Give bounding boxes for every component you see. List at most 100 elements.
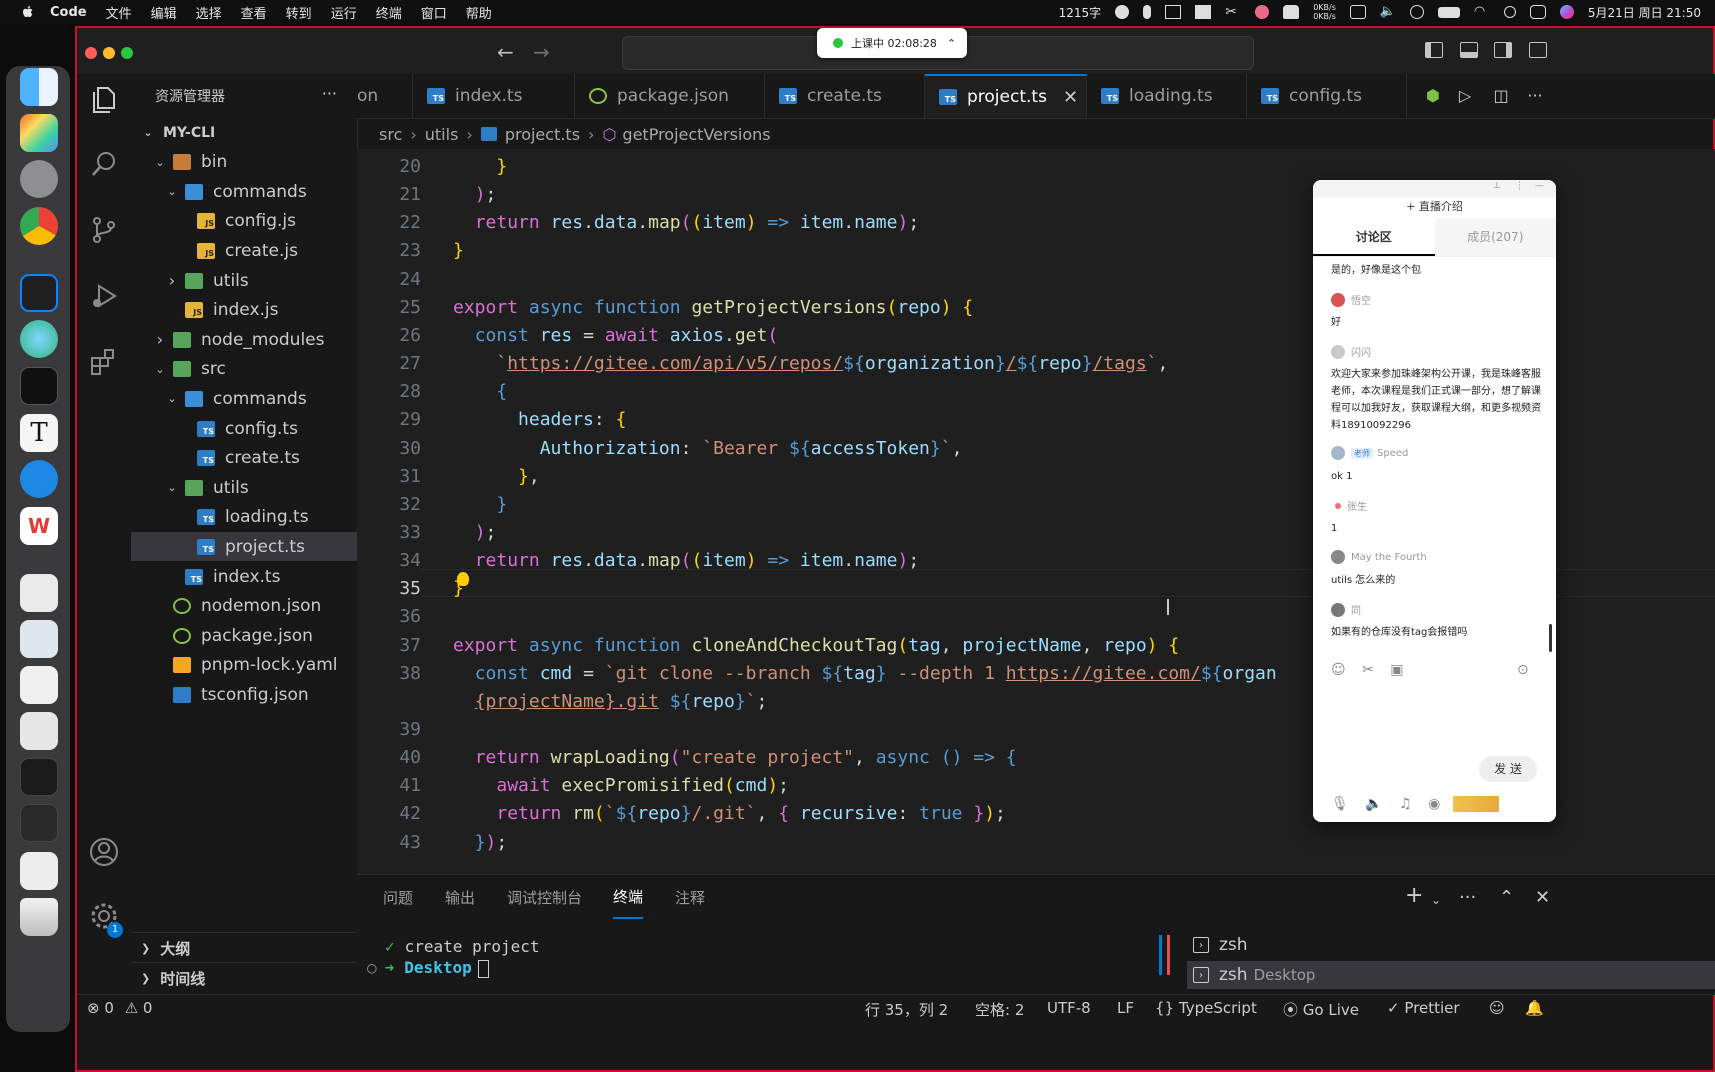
tree-item[interactable]: ⌄ bin bbox=[131, 148, 357, 177]
minimize-window-button[interactable] bbox=[103, 47, 115, 59]
battery-icon[interactable] bbox=[1437, 6, 1460, 18]
tree-item[interactable]: TS index.ts bbox=[131, 562, 357, 591]
settings-icon[interactable]: ⊙ bbox=[1517, 662, 1529, 678]
panel-tab-problems[interactable]: 问题 bbox=[383, 875, 413, 919]
explorer-icon[interactable] bbox=[88, 84, 120, 116]
menu-help[interactable]: 帮助 bbox=[466, 3, 492, 22]
recent-window-7-icon[interactable] bbox=[20, 852, 58, 890]
chevron-down-icon[interactable]: ⌄ bbox=[153, 156, 167, 169]
tree-item[interactable]: nodemon.json bbox=[131, 592, 357, 621]
live-intro-link[interactable]: + 直播介绍 bbox=[1313, 198, 1556, 218]
breadcrumb-symbol[interactable]: getProjectVersions bbox=[622, 125, 770, 144]
outline-section[interactable]: ❯ 大纲 bbox=[131, 932, 357, 963]
code-line[interactable]: 20 } bbox=[357, 153, 1715, 181]
accounts-status-icon[interactable]: ☺ bbox=[1489, 999, 1505, 1017]
problems-status[interactable]: ⊗ 0 ⚠ 0 bbox=[87, 999, 152, 1017]
chevron-down-icon[interactable]: ⌄ bbox=[165, 392, 179, 405]
chevron-down-icon[interactable]: ⌄ bbox=[1431, 893, 1441, 907]
more-actions-icon[interactable]: ··· bbox=[1459, 887, 1476, 908]
chat-input[interactable] bbox=[1323, 684, 1545, 750]
wps-icon[interactable]: W bbox=[20, 507, 58, 545]
prettier-status[interactable]: ✓ Prettier bbox=[1387, 999, 1460, 1017]
recent-window-5-icon[interactable] bbox=[20, 758, 58, 796]
tab-create-ts[interactable]: TS create.ts bbox=[765, 74, 925, 118]
user-icon[interactable] bbox=[1409, 5, 1424, 19]
menu-file[interactable]: 文件 bbox=[106, 3, 132, 22]
tab-index-ts[interactable]: TS index.ts bbox=[413, 74, 575, 118]
close-window-button[interactable] bbox=[85, 47, 97, 59]
tree-item[interactable]: TS config.ts bbox=[131, 414, 357, 443]
tab-discussion[interactable]: 讨论区 bbox=[1313, 218, 1435, 256]
apple-icon[interactable] bbox=[20, 4, 36, 20]
spotlight-search-icon[interactable] bbox=[1503, 6, 1516, 18]
cursor-position[interactable]: 行 35，列 2 bbox=[865, 999, 948, 1020]
location-icon[interactable]: ◉ bbox=[1428, 796, 1440, 812]
menu-terminal[interactable]: 终端 bbox=[376, 3, 402, 22]
search-icon[interactable] bbox=[88, 148, 120, 180]
source-control-icon[interactable] bbox=[88, 214, 120, 246]
panel-tab-comments[interactable]: 注释 bbox=[675, 875, 705, 919]
menu-edit[interactable]: 编辑 bbox=[151, 3, 177, 22]
nav-back-icon[interactable]: ← bbox=[497, 40, 514, 64]
terminal-list-item[interactable]: › zsh Desktop bbox=[1187, 961, 1715, 989]
wps-tray-icon[interactable] bbox=[1195, 5, 1212, 19]
recent-window-3-icon[interactable] bbox=[20, 666, 58, 704]
recent-window-6-icon[interactable] bbox=[20, 804, 58, 842]
menu-go[interactable]: 转到 bbox=[286, 3, 312, 22]
control-center-icon[interactable] bbox=[1529, 5, 1546, 19]
split-editor-icon[interactable]: ◫ bbox=[1491, 86, 1511, 106]
close-tab-icon[interactable]: ✕ bbox=[1063, 87, 1078, 108]
more-actions-icon[interactable]: ··· bbox=[1525, 86, 1545, 106]
minimize-icon[interactable]: — bbox=[1535, 181, 1544, 191]
siri-icon[interactable] bbox=[1559, 5, 1574, 19]
trash-icon[interactable] bbox=[20, 898, 58, 936]
tab-config-ts[interactable]: TS config.ts bbox=[1247, 74, 1407, 118]
emoji-icon[interactable]: ☺ bbox=[1331, 662, 1346, 678]
menu-app-name[interactable]: Code bbox=[50, 5, 87, 20]
toggle-primary-sidebar-icon[interactable] bbox=[1425, 42, 1443, 58]
extensions-icon[interactable] bbox=[88, 346, 120, 378]
tree-item[interactable]: JS create.js bbox=[131, 236, 357, 265]
tree-item[interactable]: ⌄ commands bbox=[131, 384, 357, 413]
breadcrumb-file[interactable]: project.ts bbox=[505, 125, 580, 144]
panel-tab-terminal[interactable]: 终端 bbox=[613, 875, 644, 919]
class-status-badge[interactable]: 上课中 02:08:28 ⌃ bbox=[817, 28, 967, 58]
chevron-down-icon[interactable]: ⌄ bbox=[153, 363, 167, 376]
tree-item[interactable]: package.json bbox=[131, 621, 357, 650]
encoding[interactable]: UTF-8 bbox=[1047, 999, 1091, 1017]
more-icon[interactable]: ⋮ bbox=[1515, 181, 1524, 191]
tree-item[interactable]: ⌄ commands bbox=[131, 177, 357, 206]
cat-icon[interactable] bbox=[1283, 5, 1300, 19]
music-icon[interactable]: ♫ bbox=[1399, 796, 1412, 812]
chevron-down-icon[interactable]: ⌄ bbox=[141, 126, 155, 139]
tab-package-json[interactable]: package.json bbox=[575, 74, 765, 118]
pin-icon[interactable]: ⊥ bbox=[1493, 181, 1501, 191]
tab-overflow[interactable]: on bbox=[357, 74, 413, 118]
end-of-line[interactable]: LF bbox=[1117, 999, 1134, 1017]
input-method-icon[interactable] bbox=[1165, 5, 1182, 19]
maximize-panel-icon[interactable]: ⌃ bbox=[1499, 887, 1514, 908]
menu-view[interactable]: 查看 bbox=[241, 3, 267, 22]
terminal-icon[interactable] bbox=[20, 367, 58, 405]
speaker-icon[interactable]: 🔈 bbox=[1365, 796, 1382, 812]
tree-item[interactable]: JS config.js bbox=[131, 207, 357, 236]
tab-loading-ts[interactable]: TS loading.ts bbox=[1087, 74, 1247, 118]
chevron-down-icon[interactable]: ⌄ bbox=[165, 481, 179, 494]
tree-item[interactable]: TS loading.ts bbox=[131, 503, 357, 532]
maximize-window-button[interactable] bbox=[121, 47, 133, 59]
lightbulb-icon[interactable] bbox=[457, 572, 469, 586]
typora-icon[interactable]: T bbox=[20, 414, 58, 452]
timeline-section[interactable]: ❯ 时间线 bbox=[131, 962, 357, 993]
finder-icon[interactable] bbox=[20, 68, 58, 106]
system-settings-icon[interactable] bbox=[20, 160, 58, 198]
menu-window[interactable]: 窗口 bbox=[421, 3, 447, 22]
notifications-bell-icon[interactable]: 🔔 bbox=[1525, 999, 1544, 1017]
scissors-icon[interactable]: ✂ bbox=[1225, 5, 1241, 19]
microphone-icon[interactable]: 🎙 bbox=[1331, 796, 1349, 812]
vscode-icon[interactable] bbox=[20, 274, 58, 312]
chevron-up-icon[interactable]: ⌃ bbox=[947, 37, 956, 50]
video-player-icon[interactable] bbox=[20, 460, 58, 498]
nav-forward-icon[interactable]: → bbox=[533, 40, 550, 64]
terminal-prompt-line[interactable]: ○ ➜ Desktop bbox=[367, 958, 489, 978]
tab-members[interactable]: 成员(207) bbox=[1434, 218, 1556, 256]
